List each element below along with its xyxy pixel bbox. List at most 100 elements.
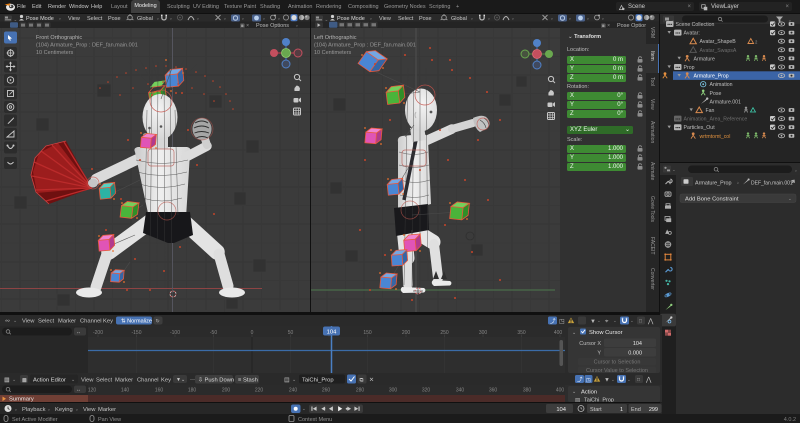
svg-text:10 Centimeters: 10 Centimeters [36,50,74,56]
svg-text:Cursor X: Cursor X [579,341,601,347]
svg-text:Left Orthographic: Left Orthographic [314,35,357,41]
svg-text:Pose: Pose [419,16,432,22]
svg-text:Armature: Armature [694,56,715,62]
svg-text:⧉: ⧉ [360,378,364,384]
svg-text:Fan: Fan [706,108,715,114]
svg-text:Avatar_SwapsA: Avatar_SwapsA [700,48,737,54]
svg-text:10 Centimeters: 10 Centimeters [314,50,352,56]
svg-text:⌄: ⌄ [292,377,296,383]
svg-text:400: 400 [556,388,565,394]
svg-text:Pan View: Pan View [98,417,121,423]
svg-text:150: 150 [363,330,372,336]
svg-text:Pose: Pose [710,91,722,97]
svg-text:⋀: ⋀ [647,317,654,325]
svg-text:Global: Global [137,16,153,22]
svg-text:Channel: Channel [80,319,102,325]
svg-text:360: 360 [489,388,498,394]
svg-text:Start: Start [590,407,602,413]
svg-text:Add Bone Constraint: Add Bone Constraint [685,197,739,203]
svg-text:120: 120 [88,388,97,394]
svg-text:350: 350 [517,330,526,336]
svg-text:▼: ▼ [590,319,596,325]
svg-text:Marker: Marker [58,319,76,325]
svg-text:1: 1 [620,407,623,413]
svg-text:DEF_fan.main.001: DEF_fan.main.001 [751,181,793,187]
svg-text:▤: ▤ [575,398,581,403]
svg-text:wrtmtomt_col: wrtmtomt_col [700,134,731,140]
svg-text:⌄: ⌄ [156,16,160,21]
svg-text:View: View [379,16,391,22]
svg-text:Select: Select [398,16,414,22]
svg-text:⌄: ⌄ [325,17,329,22]
svg-text:⤴: ⤴ [550,317,556,325]
svg-text:Key: Key [103,319,113,325]
svg-text:Pose Options: Pose Options [256,23,289,29]
svg-text:Marker: Marker [98,407,116,413]
svg-text:Scene Collection: Scene Collection [676,22,715,28]
svg-text:↔: ↔ [76,387,81,393]
svg-text:200: 200 [402,330,411,336]
svg-text:⌄: ⌄ [672,167,676,172]
svg-text:⌄: ⌄ [788,196,792,201]
svg-text:Summary: Summary [9,397,34,403]
svg-text:220: 220 [255,388,264,394]
svg-text:↔: ↔ [76,330,81,336]
svg-text:⌄: ⌄ [14,407,18,412]
svg-text:Avatar:: Avatar: [684,31,700,37]
svg-text:0: 0 [251,330,254,336]
svg-text:⌄: ⌄ [47,407,51,412]
svg-text:300: 300 [389,388,398,394]
svg-text:180: 180 [188,388,197,394]
svg-text:Keying: Keying [55,407,73,413]
svg-text:Armature.001: Armature.001 [710,99,742,105]
svg-text:Armature_Prop: Armature_Prop [694,74,729,80]
svg-text:⌄: ⌄ [71,377,75,383]
svg-text:◳: ◳ [586,378,591,384]
svg-text:Marker: Marker [115,378,133,384]
svg-text:240: 240 [289,388,298,394]
svg-text:Animation: Animation [710,82,733,88]
svg-text:-150: -150 [131,330,141,336]
svg-text:▼: ▼ [604,378,610,384]
svg-text:✕: ✕ [369,378,374,384]
svg-text:-200: -200 [93,330,103,336]
svg-text:⌄: ⌄ [14,17,18,22]
svg-text:320: 320 [422,388,431,394]
svg-text:Playback: Playback [22,407,46,413]
svg-text:⌄: ⌄ [13,318,17,324]
svg-text:⌄: ⌄ [277,16,281,21]
svg-text:Y: Y [597,351,601,357]
svg-text:140: 140 [121,388,130,394]
svg-text:Action Editor: Action Editor [33,378,66,384]
svg-text:⌄: ⌄ [241,16,245,21]
svg-text:Select: Select [87,16,103,22]
svg-text:⌄: ⌄ [613,318,617,323]
svg-text:⋀: ⋀ [645,376,652,384]
svg-text:Global: Global [451,16,467,22]
svg-text:400: 400 [554,330,563,336]
svg-text:⌄: ⌄ [550,16,554,21]
svg-text:⌄: ⌄ [586,16,590,21]
svg-text:Key: Key [161,378,171,384]
svg-text:⌄: ⌄ [597,318,601,323]
svg-text:⌄: ⌄ [627,377,631,382]
svg-text:≡ Stash: ≡ Stash [238,378,258,384]
svg-text:104: 104 [633,341,642,347]
svg-text:⌄: ⌄ [470,16,474,21]
svg-text:340: 340 [456,388,465,394]
svg-text:View: View [81,378,94,384]
svg-text:4.0.2: 4.0.2 [784,417,796,423]
svg-text:299: 299 [649,407,658,413]
svg-text:⌄: ⌄ [572,389,576,395]
svg-text:↻: ↻ [156,319,160,325]
svg-text:300: 300 [479,330,488,336]
svg-text:▤: ▤ [284,378,290,384]
svg-text:⌄: ⌄ [302,406,306,411]
svg-text:⌄: ⌄ [369,16,373,21]
svg-text:⤴: ⤴ [577,376,583,384]
svg-text:▣ ×: ▣ × [240,23,249,29]
svg-text:Particles_Out: Particles_Out [684,125,716,131]
svg-text:⌄: ⌄ [12,377,16,383]
svg-text:⌄: ⌄ [511,16,515,21]
svg-text:⌄: ⌄ [568,16,572,21]
